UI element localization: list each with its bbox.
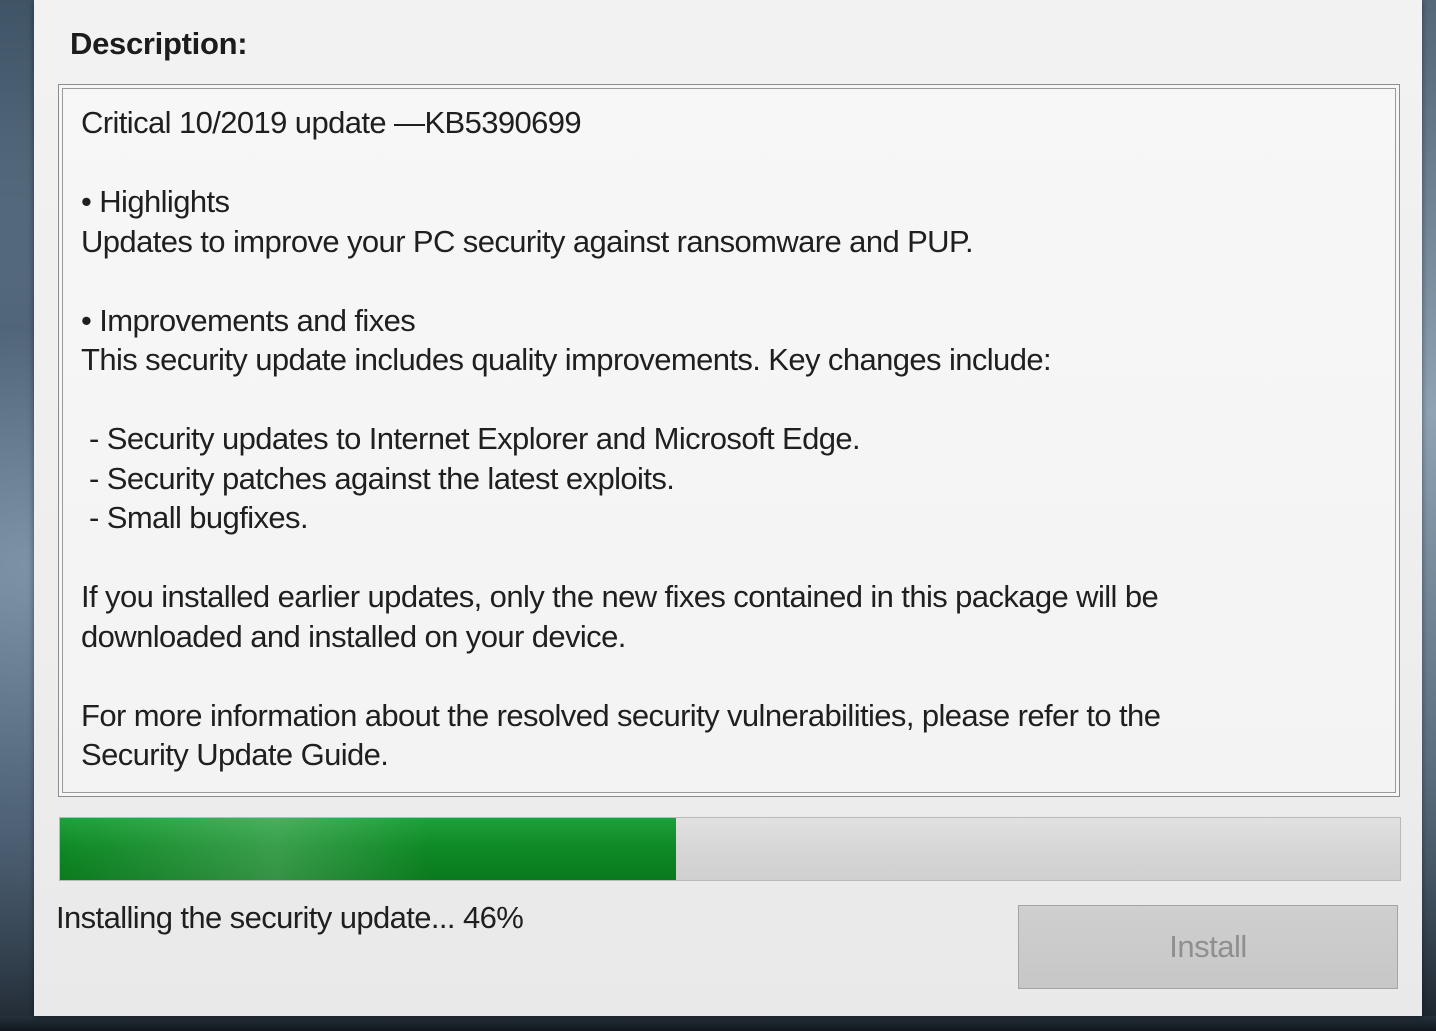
description-blank-line (81, 261, 1395, 301)
description-line: • Improvements and fixes (81, 302, 416, 338)
description-line: For more information about the resolved … (81, 697, 1161, 733)
update-dialog: Description: Critical 10/2019 update —KB… (34, 0, 1422, 1016)
description-blank-line (81, 143, 1395, 183)
progress-bar-fill (60, 818, 677, 880)
description-box: Critical 10/2019 update —KB5390699 • High… (58, 84, 1400, 797)
description-line: Security Update Guide. (81, 737, 389, 772)
description-line: This security update includes quality im… (81, 342, 1052, 377)
description-line: Critical 10/2019 update —KB5390699 (81, 105, 582, 140)
desktop-taskbar-edge (0, 1016, 1436, 1031)
status-text: Installing the security update... 46% (56, 900, 524, 935)
description-line: Updates to improve your PC security agai… (81, 223, 974, 259)
description-blank-line (81, 380, 1395, 420)
description-line: - Small bugfixes. (81, 500, 309, 535)
description-label: Description: (70, 26, 248, 61)
description-line: If you installed earlier updates, only t… (81, 579, 1159, 614)
description-line: - Security updates to Internet Explorer … (81, 421, 861, 456)
progress-bar (59, 817, 1401, 881)
description-text-area[interactable]: Critical 10/2019 update —KB5390699 • High… (62, 88, 1396, 793)
description-blank-line (81, 538, 1395, 578)
description-line: - Security patches against the latest ex… (81, 460, 675, 496)
description-blank-line (81, 656, 1395, 696)
description-line: • Highlights (81, 184, 230, 219)
install-button[interactable]: Install (1018, 905, 1398, 989)
description-line: downloaded and installed on your device. (81, 618, 626, 654)
